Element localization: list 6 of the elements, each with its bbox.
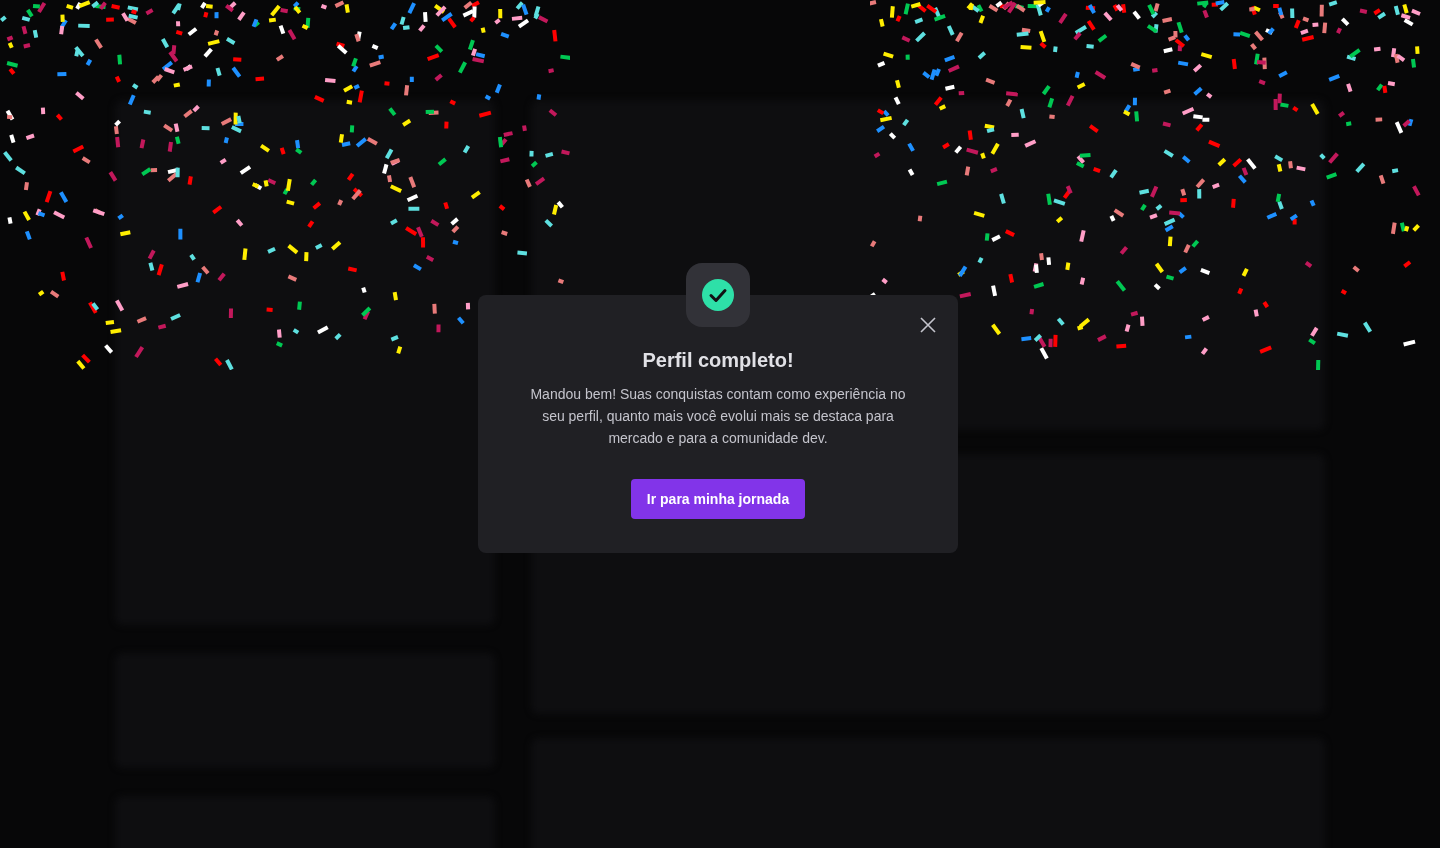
dialog-message: Mandou bem! Suas conquistas contam como experiência no seu perfil, quanto mais você evolui mais se destaca para mercado e para a comunidade dev.: [529, 385, 907, 448]
check-circle-icon: [701, 278, 735, 312]
dialog-title: Perfil completo!: [642, 348, 794, 373]
close-button[interactable]: [918, 315, 938, 335]
journey-button[interactable]: Ir para minha jornada: [630, 479, 806, 519]
close-icon: [920, 317, 936, 333]
